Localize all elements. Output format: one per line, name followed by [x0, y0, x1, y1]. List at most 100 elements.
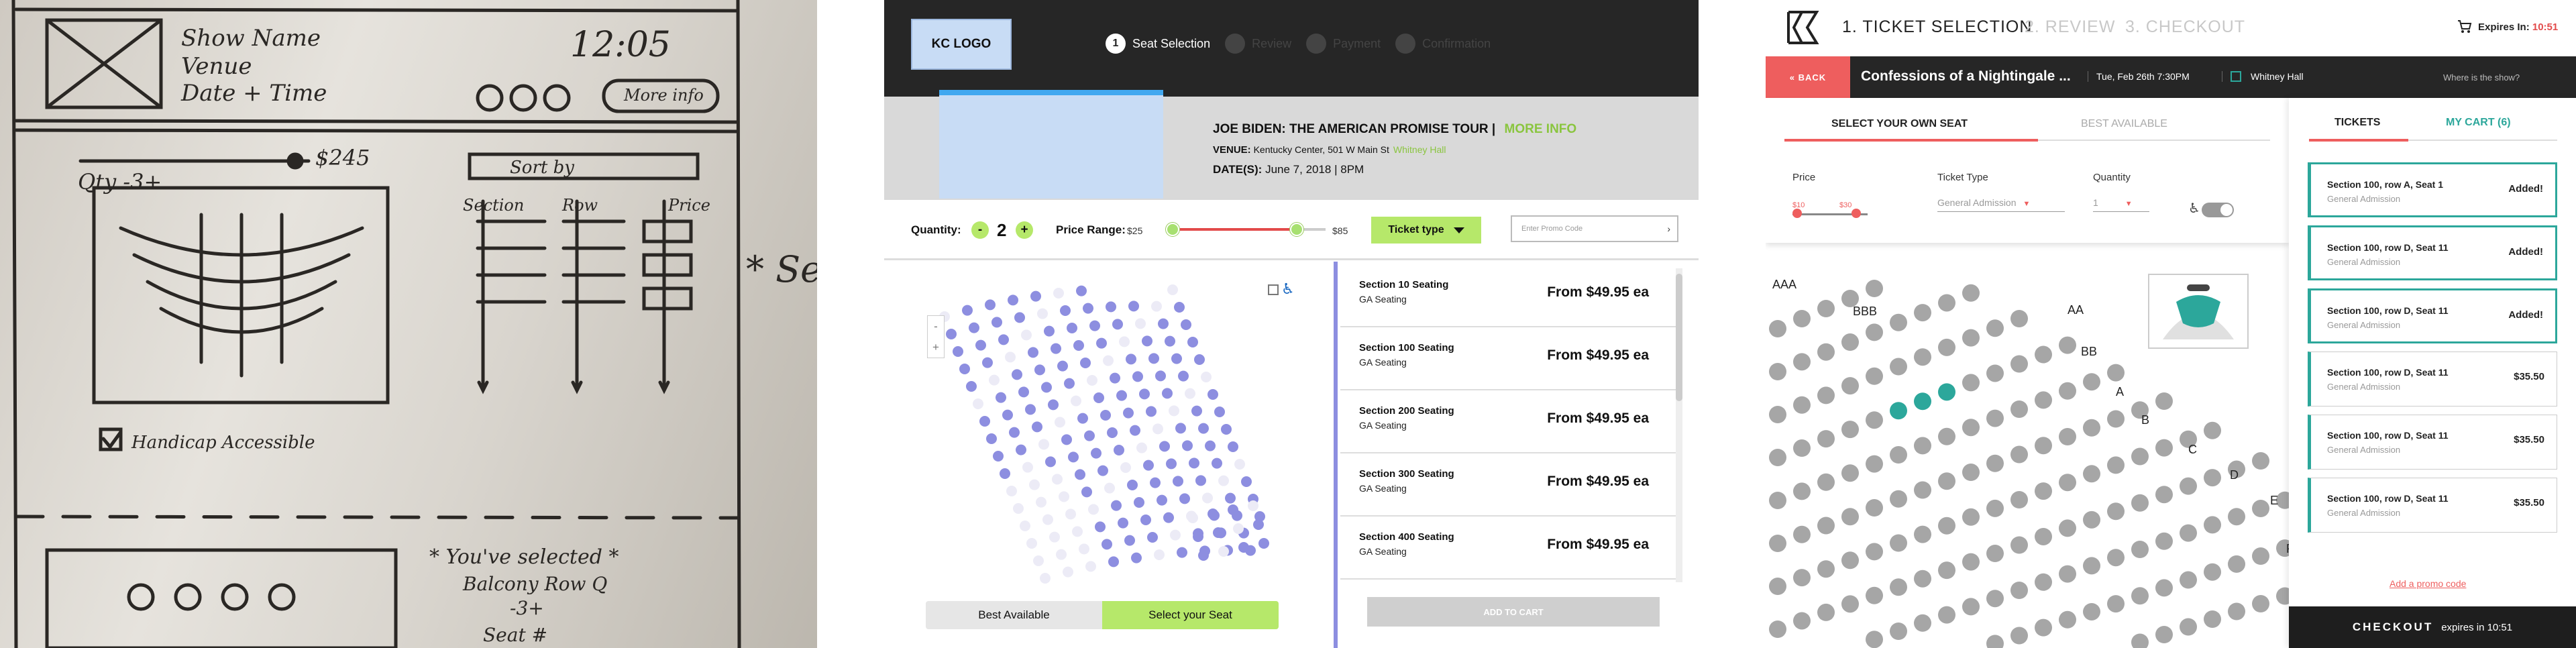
seat[interactable]	[1009, 427, 1020, 438]
seat[interactable]	[1890, 534, 1907, 552]
chevron-right-icon[interactable]: ›	[1667, 223, 1670, 234]
seat[interactable]	[1221, 424, 1232, 435]
seat[interactable]	[2059, 382, 2076, 400]
seat[interactable]	[1938, 427, 1955, 445]
seat[interactable]	[1131, 552, 1142, 563]
seat[interactable]	[969, 322, 979, 333]
seat[interactable]	[1890, 623, 1907, 640]
seat[interactable]	[1018, 386, 1029, 398]
seat[interactable]	[1962, 284, 1980, 302]
scrollbar-thumb[interactable]	[1676, 274, 1682, 401]
cart-item[interactable]: Section 100, row D, Seat 11 General Admis…	[2308, 225, 2557, 280]
seat[interactable]	[1077, 413, 1088, 424]
seat[interactable]	[1962, 598, 1980, 616]
seat[interactable]	[1225, 492, 1236, 504]
seat[interactable]	[1108, 556, 1119, 568]
seat[interactable]	[1169, 405, 1179, 417]
price-range-slider[interactable]	[1166, 223, 1326, 236]
seat[interactable]	[1793, 569, 1811, 587]
seat[interactable]	[1033, 555, 1044, 566]
seat[interactable]	[975, 339, 986, 351]
seat[interactable]	[1793, 353, 1811, 371]
seat[interactable]	[1866, 455, 1883, 473]
seat[interactable]	[1938, 606, 1955, 624]
seat[interactable]	[1091, 447, 1102, 459]
best-available-tab[interactable]: BEST AVAILABLE	[2081, 118, 2167, 130]
seat[interactable]	[2204, 563, 2221, 581]
seat[interactable]	[1045, 456, 1056, 468]
seat[interactable]	[1022, 462, 1033, 473]
seat[interactable]	[1187, 337, 1198, 347]
seat[interactable]	[1769, 406, 1786, 423]
seat[interactable]	[1085, 561, 1096, 572]
seat[interactable]	[1008, 294, 1018, 306]
seat[interactable]	[1111, 500, 1122, 511]
seat[interactable]	[2059, 474, 2076, 492]
seat[interactable]	[1938, 294, 1955, 312]
seat[interactable]	[1124, 535, 1135, 546]
seat[interactable]	[1793, 525, 1811, 543]
seat[interactable]	[1793, 612, 1811, 630]
seat[interactable]	[1171, 353, 1182, 364]
seat[interactable]	[1218, 475, 1229, 486]
seat[interactable]	[1962, 419, 1980, 437]
seat[interactable]	[2083, 510, 2100, 529]
seat[interactable]	[1890, 446, 1907, 464]
seat[interactable]	[1107, 427, 1118, 438]
price-min-handle[interactable]	[1792, 209, 1802, 218]
seat[interactable]	[1163, 512, 1174, 523]
seat[interactable]	[1102, 539, 1112, 550]
seat[interactable]	[1136, 442, 1147, 453]
seat[interactable]	[1866, 367, 1883, 385]
seat[interactable]	[1769, 492, 1786, 509]
seat[interactable]	[1214, 407, 1225, 417]
best-available-button[interactable]: Best Available	[926, 601, 1102, 629]
seat[interactable]	[1817, 473, 1835, 491]
seat[interactable]	[1769, 320, 1786, 337]
price-max-handle[interactable]	[1851, 209, 1861, 218]
my-cart-tab[interactable]: MY CART (6)	[2446, 117, 2511, 129]
seat[interactable]	[1084, 430, 1095, 441]
seat[interactable]	[1205, 440, 1216, 451]
seat[interactable]	[979, 416, 990, 427]
seat[interactable]	[1167, 284, 1178, 295]
seat[interactable]	[1080, 358, 1091, 368]
seat[interactable]	[1116, 390, 1127, 401]
seat[interactable]	[1817, 386, 1835, 404]
seat[interactable]	[1128, 301, 1139, 312]
seat[interactable]	[2155, 439, 2173, 457]
seat[interactable]	[1866, 280, 1883, 297]
seat[interactable]	[996, 392, 1006, 403]
seat[interactable]	[2155, 392, 2173, 410]
seat[interactable]	[1177, 547, 1187, 558]
seat[interactable]	[1147, 532, 1158, 543]
seat[interactable]	[1006, 486, 1017, 496]
seat[interactable]	[1143, 460, 1154, 471]
seat[interactable]	[2252, 452, 2269, 470]
seat[interactable]	[1139, 388, 1150, 400]
seat[interactable]	[1769, 535, 1786, 552]
seat[interactable]	[1162, 388, 1173, 399]
seat[interactable]	[1073, 340, 1084, 351]
seat[interactable]	[1191, 405, 1202, 417]
price-min-handle[interactable]	[1166, 223, 1179, 236]
seat[interactable]	[2204, 516, 2221, 534]
seat[interactable]	[1067, 323, 1077, 333]
seat[interactable]	[1238, 542, 1249, 553]
seat[interactable]	[1234, 459, 1245, 470]
seat[interactable]	[2035, 391, 2052, 409]
selection-mode-toggle[interactable]: Best Available Select your Seat	[926, 601, 1279, 629]
seat[interactable]	[2252, 595, 2269, 612]
seat[interactable]	[1002, 409, 1013, 421]
seat[interactable]	[1793, 310, 1811, 327]
seat[interactable]	[1063, 566, 1073, 578]
seat[interactable]	[989, 374, 1000, 386]
seat[interactable]	[2180, 618, 2197, 636]
seat[interactable]	[1962, 374, 1980, 392]
seat[interactable]	[1173, 476, 1183, 487]
seat[interactable]	[1150, 477, 1161, 488]
seat[interactable]	[2155, 579, 2173, 597]
seat[interactable]	[2010, 355, 2028, 373]
seat-map[interactable]	[884, 263, 1330, 648]
seat[interactable]	[1155, 370, 1166, 382]
